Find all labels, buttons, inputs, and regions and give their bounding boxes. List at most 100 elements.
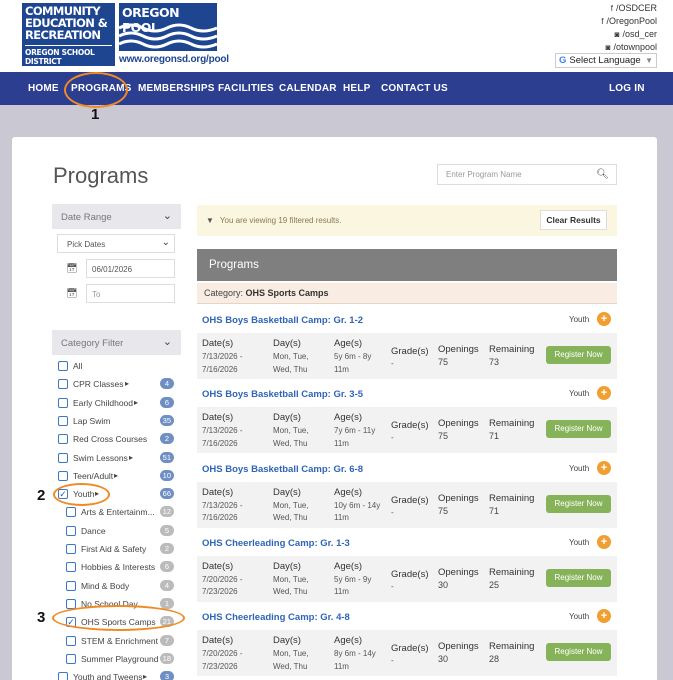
checkbox[interactable]: [66, 525, 76, 536]
program-title-link[interactable]: OHS Boys Basketball Camp: Gr. 3-5: [202, 389, 363, 400]
chevron-down-icon: ⌄: [161, 237, 170, 248]
nav-calendar[interactable]: CALENDAR: [279, 83, 337, 94]
annotation-number: 1: [91, 106, 100, 123]
checkbox[interactable]: [58, 361, 68, 371]
ages-header: Age(s): [334, 560, 362, 572]
nav-contact-us[interactable]: CONTACT US: [381, 83, 448, 94]
remaining-header: Remaining: [489, 492, 535, 504]
date-range-header[interactable]: Date Range ⌄: [52, 204, 181, 229]
checkbox[interactable]: [58, 672, 68, 680]
register-now-button[interactable]: Register Now: [546, 420, 611, 439]
clear-results-button[interactable]: Clear Results: [540, 210, 607, 230]
register-now-button[interactable]: Register Now: [546, 568, 611, 587]
category-label: Early Childhood: [73, 397, 134, 408]
category-item[interactable]: Summer Playground 18: [66, 652, 180, 667]
plus-icon[interactable]: +: [597, 312, 611, 326]
category-item[interactable]: CPR Classes ▸ 4: [58, 378, 180, 392]
program-search-input[interactable]: Enter Program Name 🔍︎: [437, 164, 617, 185]
category-item[interactable]: Lap Swim 35: [58, 414, 180, 429]
program-row: OHS Boys Basketball Camp: Gr. 1-2 Youth …: [197, 305, 617, 379]
page-title: Programs: [53, 163, 149, 188]
dates-header: Date(s): [202, 338, 234, 349]
program-ages: 10y 6m - 14y 11m: [334, 500, 381, 523]
checkbox[interactable]: [58, 434, 68, 445]
ages-header: Age(s): [334, 635, 362, 647]
pick-dates-select[interactable]: Pick Dates ⌄: [57, 234, 175, 253]
category-item[interactable]: Arts & Entertainm... 12: [66, 506, 180, 520]
category-item[interactable]: Hobbies & Interests 6: [66, 561, 180, 575]
nav-facilities[interactable]: FACILITIES: [218, 83, 274, 94]
remaining-header: Remaining: [489, 344, 535, 355]
category-label: Teen/Adult: [73, 470, 114, 481]
checkbox[interactable]: [58, 415, 68, 426]
program-dates: 7/20/2026 -7/23/2026: [202, 649, 243, 671]
annotation-number: 2: [37, 487, 46, 504]
category-filter-header[interactable]: Category Filter ⌄: [52, 330, 181, 355]
caret-right-icon[interactable]: ▸: [129, 453, 133, 462]
caret-right-icon[interactable]: ▸: [143, 672, 147, 680]
social-link[interactable]: ◙/osd_cer: [601, 28, 657, 41]
caret-right-icon[interactable]: ▸: [134, 398, 138, 407]
nav-login[interactable]: LOG IN: [609, 83, 645, 94]
search-icon[interactable]: 🔍︎: [596, 169, 609, 180]
start-date-field[interactable]: 📅︎ 06/01/2026: [57, 259, 175, 278]
category-item[interactable]: Dance 5: [66, 524, 180, 539]
nav-home[interactable]: HOME: [28, 83, 59, 94]
social-link[interactable]: f/OregonPool: [601, 15, 657, 28]
program-title-link[interactable]: OHS Cheerleading Camp: Gr. 1-3: [202, 538, 350, 549]
pool-url-link[interactable]: www.oregonsd.org/pool: [119, 54, 229, 65]
caret-right-icon[interactable]: ▸: [114, 471, 118, 480]
cer-logo[interactable]: COMMUNITY EDUCATION & RECREATION OREGON …: [22, 3, 115, 66]
plus-icon[interactable]: +: [597, 609, 611, 624]
plus-icon[interactable]: +: [597, 534, 611, 549]
category-item[interactable]: STEM & Enrichment 7: [66, 634, 180, 649]
category-item[interactable]: First Aid & Safety 2: [66, 543, 180, 557]
category-label: Summer Playground: [81, 653, 159, 664]
end-date-field[interactable]: 📅︎ To: [57, 284, 175, 303]
category-item[interactable]: Red Cross Courses 2: [58, 433, 180, 447]
register-now-button[interactable]: Register Now: [546, 643, 611, 662]
remaining-header: Remaining: [489, 566, 535, 578]
nav-help[interactable]: HELP: [343, 83, 370, 94]
annotation-circle-programs: [64, 72, 128, 108]
checkbox[interactable]: [66, 507, 76, 518]
program-row: OHS Cheerleading Camp: Gr. 4-8 Youth + D…: [197, 602, 617, 677]
register-now-button[interactable]: Register Now: [546, 494, 611, 513]
category-item[interactable]: Swim Lessons ▸ 51: [58, 451, 180, 466]
category-item[interactable]: All: [58, 360, 180, 374]
checkbox[interactable]: [58, 379, 68, 390]
checkbox[interactable]: [58, 397, 68, 408]
category-item[interactable]: Early Childhood ▸ 6: [58, 396, 180, 411]
program-details: Date(s) 7/20/2026 -7/23/2026 Day(s) Mon,…: [197, 630, 617, 677]
checkbox[interactable]: [66, 653, 76, 664]
checkbox[interactable]: [58, 452, 68, 463]
category-item[interactable]: Teen/Adult ▸ 10: [58, 469, 180, 484]
plus-icon[interactable]: +: [597, 386, 611, 401]
plus-icon[interactable]: +: [597, 460, 611, 475]
nav-memberships[interactable]: MEMBERSHIPS: [138, 83, 215, 94]
oregon-pool-logo[interactable]: OREGON POOL: [119, 3, 217, 51]
program-details: Date(s) 7/13/2026 -7/16/2026 Day(s) Mon,…: [197, 333, 617, 379]
program-title-link[interactable]: OHS Boys Basketball Camp: Gr. 1-2: [202, 315, 363, 326]
register-now-button[interactable]: Register Now: [546, 346, 611, 364]
facebook-icon: f: [610, 4, 613, 13]
program-grade: -: [391, 656, 394, 666]
program-openings: 30: [438, 579, 449, 590]
checkbox[interactable]: [66, 580, 76, 591]
caret-right-icon[interactable]: ▸: [125, 379, 129, 388]
annotation-circle-youth: [53, 483, 110, 506]
category-label: Youth and Tweens: [73, 672, 143, 680]
program-remaining: 71: [489, 505, 500, 516]
checkbox[interactable]: [66, 635, 76, 646]
days-header: Day(s): [273, 560, 301, 572]
social-link[interactable]: f/OSDCER: [601, 2, 657, 15]
remaining-header: Remaining: [489, 641, 535, 653]
program-title-link[interactable]: OHS Boys Basketball Camp: Gr. 6-8: [202, 464, 363, 475]
category-item[interactable]: Youth and Tweens ▸ 3: [58, 671, 180, 680]
category-item[interactable]: Mind & Body 4: [66, 579, 180, 594]
checkbox[interactable]: [66, 562, 76, 573]
checkbox[interactable]: [58, 470, 68, 481]
program-title-link[interactable]: OHS Cheerleading Camp: Gr. 4-8: [202, 612, 350, 623]
language-select[interactable]: G Select Language ▼: [555, 53, 657, 68]
checkbox[interactable]: [66, 544, 76, 554]
